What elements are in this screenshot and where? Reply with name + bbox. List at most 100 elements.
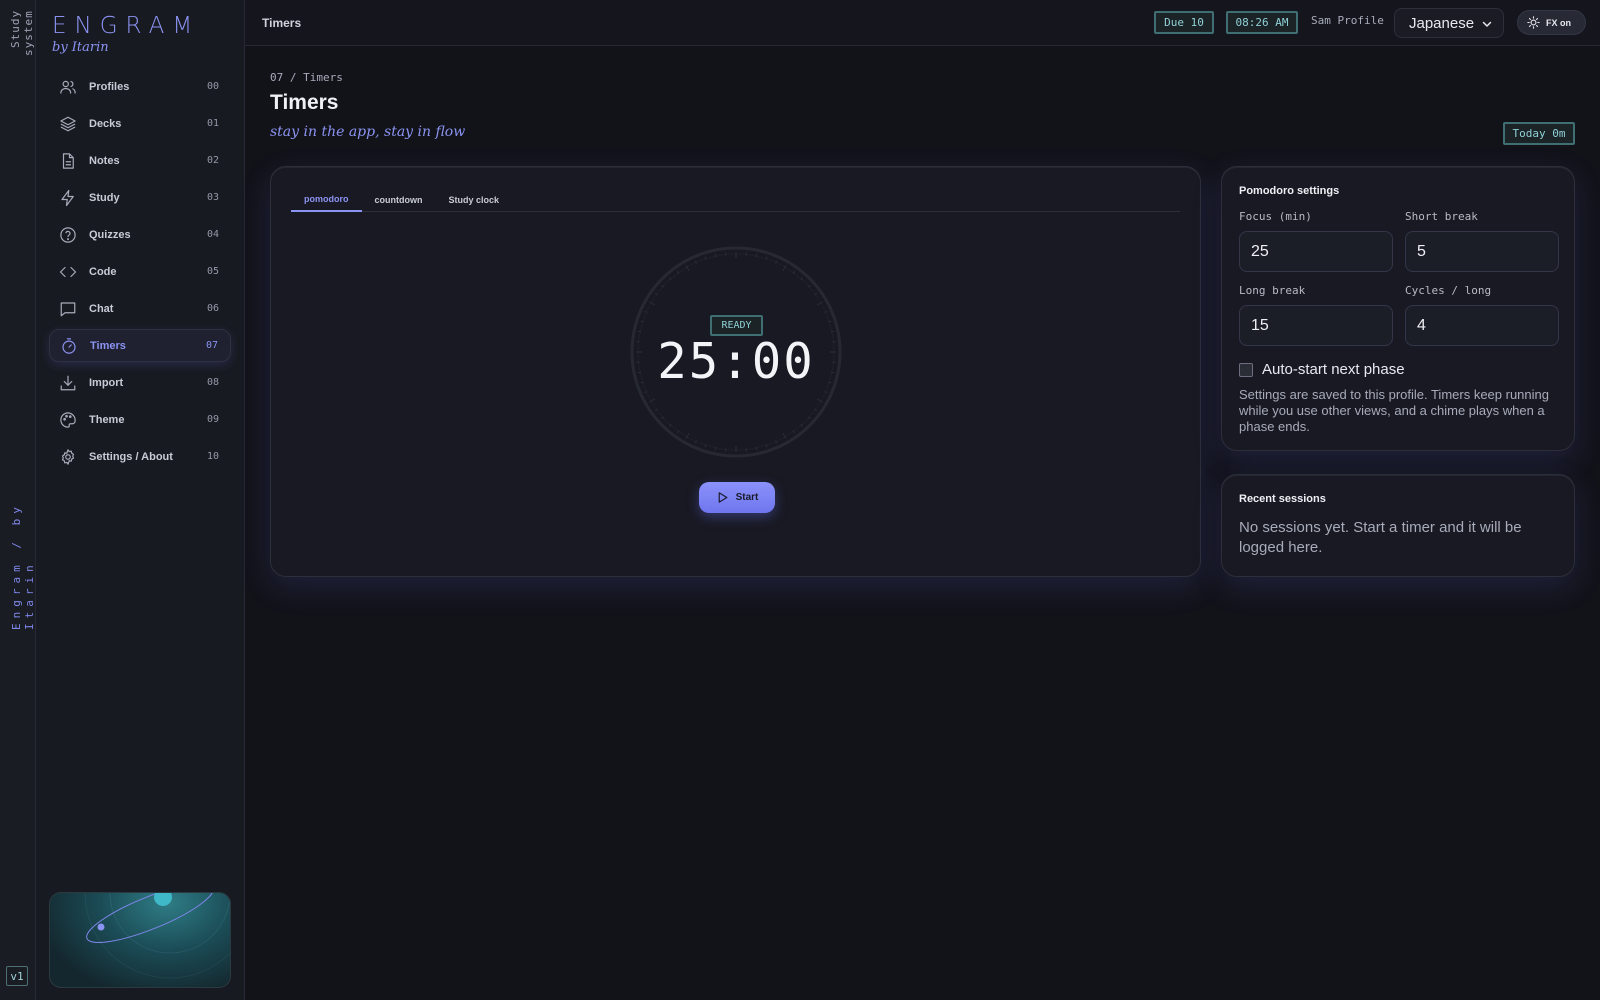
sidebar-item-code[interactable]: Code 05 <box>49 255 231 288</box>
sidebar-item-settings[interactable]: Settings / About 10 <box>49 440 231 473</box>
sidebar-item-label: Import <box>89 376 124 389</box>
sidebar-item-label: Chat <box>89 302 114 315</box>
dial-tick <box>714 446 717 450</box>
sidebar-item-number: 10 <box>206 451 219 462</box>
dial-tick <box>830 330 834 333</box>
long-break-label: Long break <box>1239 284 1306 297</box>
sessions-empty-text: No sessions yet. Start a timer and it wi… <box>1239 519 1522 556</box>
sidebar-item-decks[interactable]: Decks 01 <box>49 107 231 140</box>
sidebar-item-label: Study <box>89 191 120 204</box>
sidebar-item-number: 08 <box>206 377 219 388</box>
sidebar-item-theme[interactable]: Theme 09 <box>49 403 231 436</box>
long-break-input[interactable] <box>1239 305 1393 346</box>
sun-icon <box>1527 16 1540 29</box>
sidebar-item-label: Settings / About <box>89 450 173 463</box>
sidebar-nav: Profiles 00 Decks 01 Notes 02 Study 03 Q… <box>49 70 231 477</box>
sidebar-item-chat[interactable]: Chat 06 <box>49 292 231 325</box>
short-break-input[interactable] <box>1405 231 1559 272</box>
tab-countdown[interactable]: countdown <box>362 187 436 212</box>
app-logo: ENGRAM <box>52 13 201 39</box>
page-title: Timers <box>270 91 339 114</box>
sidebar-item-number: 03 <box>206 192 219 203</box>
clock-badge: 08:26 AM <box>1226 11 1298 34</box>
profile-name[interactable]: Sam Profile <box>1311 14 1384 27</box>
cycles-input[interactable] <box>1405 305 1559 346</box>
autostart-checkbox[interactable] <box>1239 362 1253 377</box>
timer-card: pomodoro countdown Study clock READY 25:… <box>270 166 1201 577</box>
cycles-label: Cycles / long <box>1405 284 1492 297</box>
top-bar: Timers Due 10 08:26 AM Sam Profile Japan… <box>245 0 1600 46</box>
logo-subtitle: by Itarin <box>52 40 109 55</box>
timer-icon <box>62 337 76 354</box>
sidebar-item-label: Theme <box>89 413 125 426</box>
short-break-label: Short break <box>1405 210 1478 223</box>
settings-heading: Pomodoro settings <box>1239 185 1340 197</box>
palette-icon <box>60 411 76 428</box>
sidebar-item-number: 06 <box>206 303 219 314</box>
focus-label: Focus (min) <box>1239 210 1312 223</box>
sidebar-item-label: Decks <box>89 117 122 130</box>
sidebar-item-study[interactable]: Study 03 <box>49 181 231 214</box>
code-icon <box>59 266 77 277</box>
sidebar-item-number: 00 <box>206 81 219 92</box>
autostart-label: Auto-start next phase <box>1262 361 1405 378</box>
sidebar-item-number: 09 <box>206 414 219 425</box>
file-text-icon <box>62 152 74 169</box>
sidebar-item-label: Quizzes <box>89 228 131 241</box>
pomodoro-settings-card: Pomodoro settings Focus (min) Short brea… <box>1221 166 1575 451</box>
settings-note: Settings are saved to this profile. Time… <box>1239 387 1549 434</box>
recent-sessions-card: Recent sessions No sessions yet. Start a… <box>1221 474 1575 577</box>
timer-tabs: pomodoro countdown Study clock <box>291 187 1180 212</box>
sidebar-item-label: Code <box>89 265 117 278</box>
language-value: Japanese <box>1409 14 1475 32</box>
timer-display: 25:00 <box>657 333 815 390</box>
chat-icon <box>60 301 76 316</box>
autostart-row[interactable]: Auto-start next phase <box>1239 361 1405 378</box>
sidebar-item-profiles[interactable]: Profiles 00 <box>49 70 231 103</box>
page-tagline: stay in the app, stay in flow <box>270 124 466 140</box>
rail-top-label: Study system <box>9 10 35 56</box>
breadcrumb: 07 / Timers <box>270 71 343 84</box>
sidebar-item-number: 01 <box>206 118 219 129</box>
start-button-label: Start <box>735 492 759 503</box>
version-badge: v1 <box>6 966 28 986</box>
dial-tick <box>755 446 758 450</box>
download-icon <box>60 375 76 390</box>
sidebar-item-label: Timers <box>90 339 126 352</box>
chevron-down-icon <box>1482 21 1492 27</box>
dial-tick <box>638 330 642 333</box>
orbit-graphic <box>84 893 230 979</box>
sidebar-item-number: 05 <box>206 266 219 277</box>
sidebar-item-notes[interactable]: Notes 02 <box>49 144 231 177</box>
orbit-illustration <box>49 892 231 988</box>
vertical-rail: Study system Engram / by Itarin v1 <box>0 0 36 1000</box>
sidebar-item-label: Profiles <box>89 80 130 93</box>
tab-pomodoro[interactable]: pomodoro <box>291 187 362 212</box>
sidebar-item-import[interactable]: Import 08 <box>49 366 231 399</box>
help-circle-icon <box>60 226 76 243</box>
sidebar-item-timers[interactable]: Timers 07 <box>49 329 231 362</box>
rail-brand-label: Engram / by Itarin <box>10 502 36 630</box>
fx-label: FX on <box>1546 17 1571 28</box>
dial-tick <box>714 254 717 258</box>
sessions-heading: Recent sessions <box>1239 493 1326 505</box>
tab-study-clock[interactable]: Study clock <box>436 187 513 212</box>
today-total-badge: Today 0m <box>1503 122 1575 145</box>
bolt-icon <box>61 189 74 206</box>
due-count-badge[interactable]: Due 10 <box>1154 11 1214 34</box>
sidebar: ENGRAM by Itarin Profiles 00 Decks 01 No… <box>36 0 245 1000</box>
sidebar-item-number: 04 <box>206 229 219 240</box>
dial-tick <box>830 371 834 374</box>
layers-icon <box>60 116 76 131</box>
play-icon <box>718 492 728 503</box>
topbar-title: Timers <box>262 16 302 30</box>
dial-tick <box>755 254 758 258</box>
sidebar-item-number: 07 <box>205 340 218 351</box>
fx-toggle[interactable]: FX on <box>1517 10 1586 35</box>
sidebar-item-label: Notes <box>89 154 120 167</box>
start-button[interactable]: Start <box>699 482 775 513</box>
focus-input[interactable] <box>1239 231 1393 272</box>
sidebar-item-quizzes[interactable]: Quizzes 04 <box>49 218 231 251</box>
language-select[interactable]: Japanese <box>1394 8 1504 38</box>
users-icon <box>60 80 76 94</box>
